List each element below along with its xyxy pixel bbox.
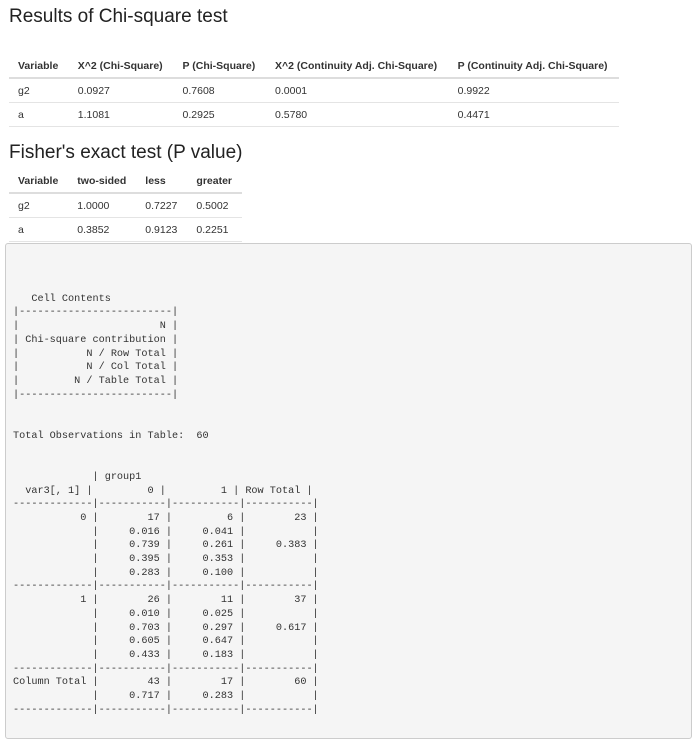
table-row: a 0.3852 0.9123 0.2251 [9, 217, 243, 242]
column-header: X^2 (Continuity Adj. Chi-Square) [266, 46, 449, 79]
chi-square-title: Results of Chi-square test [9, 6, 228, 27]
column-header: Variable [9, 46, 69, 79]
report-container: Results of Chi-square test Variable X^2 … [0, 0, 700, 242]
fisher-header-row: Variable two-sided less greater [9, 167, 243, 194]
column-header: two-sided [68, 167, 137, 194]
table-cell: 0.7227 [136, 193, 188, 218]
table-cell: 0.9123 [136, 217, 188, 242]
console-output-panel[interactable]: Cell Contents |-------------------------… [5, 243, 692, 739]
column-header: X^2 (Chi-Square) [68, 46, 174, 79]
column-header: greater [187, 167, 243, 194]
table-cell: 0.5002 [187, 193, 243, 218]
chi-square-table: Variable X^2 (Chi-Square) P (Chi-Square)… [9, 46, 619, 127]
column-header: Variable [9, 167, 69, 194]
table-cell: a [9, 217, 69, 242]
chi-square-header-row: Variable X^2 (Chi-Square) P (Chi-Square)… [9, 46, 619, 79]
table-cell: 1.0000 [68, 193, 137, 218]
column-header: P (Chi-Square) [173, 46, 267, 79]
table-row: g2 0.0927 0.7608 0.0001 0.9922 [9, 78, 619, 103]
table-cell: 0.2925 [173, 102, 267, 127]
fisher-title: Fisher's exact test (P value) [9, 142, 243, 163]
table-cell: a [9, 102, 69, 127]
crosstable-output: Cell Contents |-------------------------… [13, 293, 319, 716]
table-cell: g2 [9, 78, 69, 103]
table-cell: 0.7608 [173, 78, 267, 103]
column-header: less [136, 167, 188, 194]
fisher-table: Variable two-sided less greater g2 1.000… [9, 167, 243, 242]
table-cell: g2 [9, 193, 69, 218]
table-cell: 0.0001 [266, 78, 449, 103]
table-cell: 0.4471 [448, 102, 619, 127]
table-cell: 0.9922 [448, 78, 619, 103]
table-cell: 0.2251 [187, 217, 243, 242]
table-cell: 0.0927 [68, 78, 174, 103]
table-row: g2 1.0000 0.7227 0.5002 [9, 193, 243, 218]
table-cell: 0.5780 [266, 102, 449, 127]
table-cell: 1.1081 [68, 102, 174, 127]
table-cell: 0.3852 [68, 217, 137, 242]
column-header: P (Continuity Adj. Chi-Square) [448, 46, 619, 79]
table-row: a 1.1081 0.2925 0.5780 0.4471 [9, 102, 619, 127]
